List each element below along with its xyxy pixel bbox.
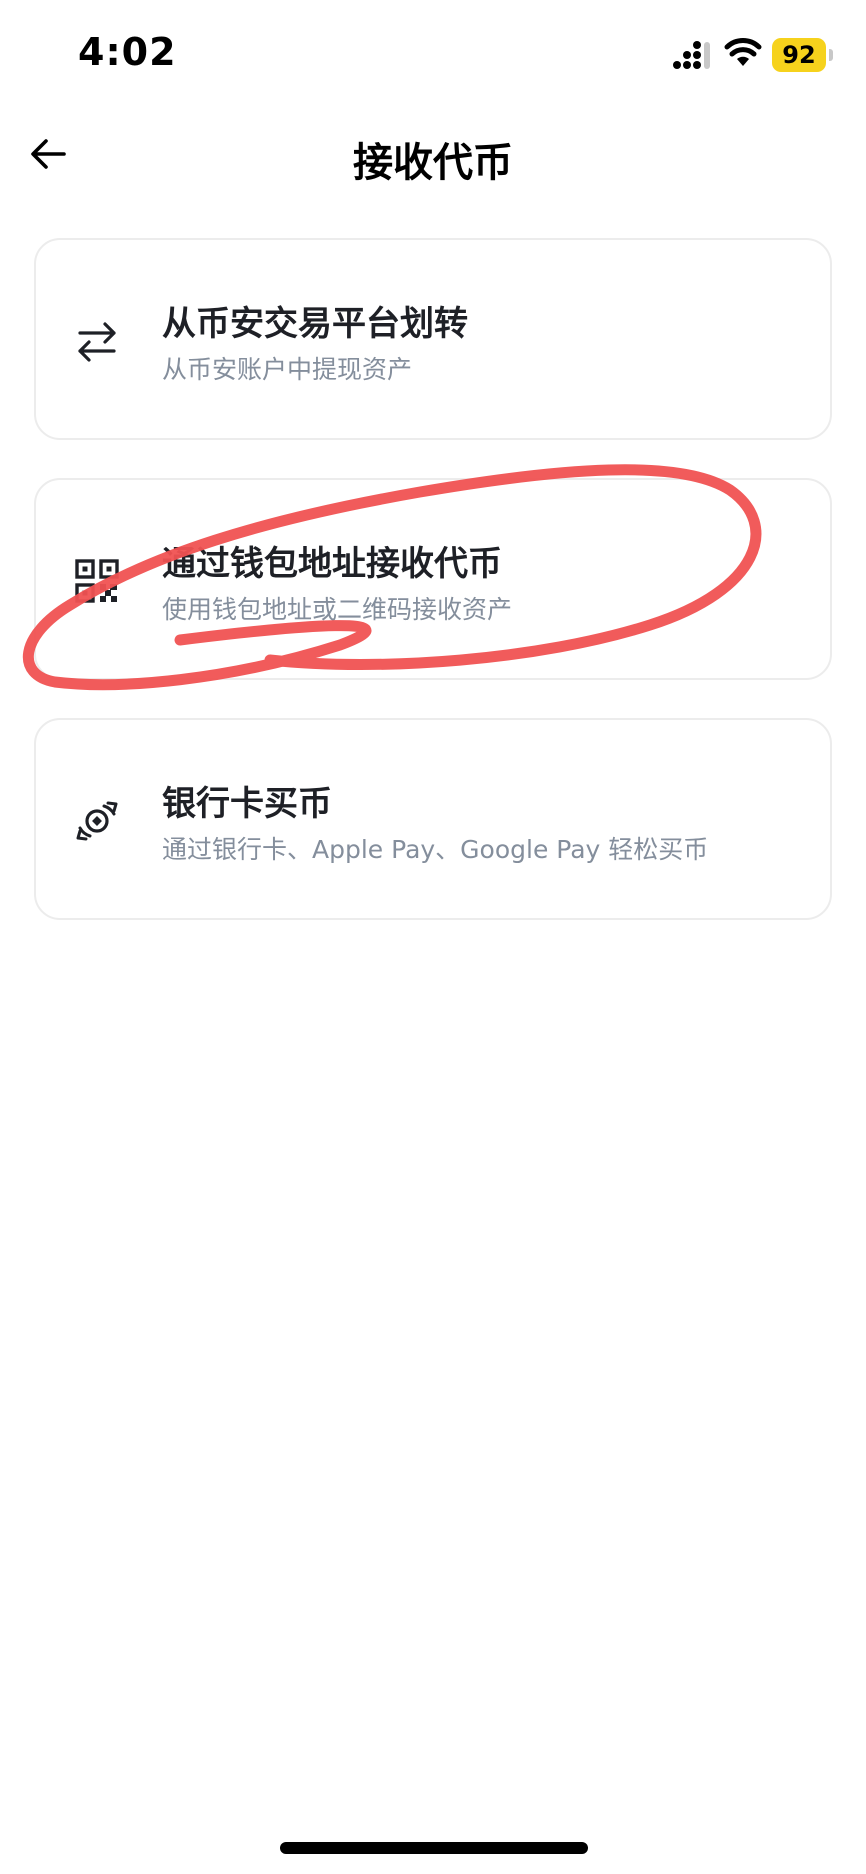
wifi-icon [724,38,762,66]
option-title: 通过钱包地址接收代币 [162,544,502,584]
qr-code-icon [75,559,119,603]
battery-cap [829,49,833,61]
cellular-signal-icon [673,41,710,69]
status-bar: 4:02 92 [0,0,866,110]
home-indicator[interactable] [280,1842,588,1854]
option-title: 银行卡买币 [162,784,332,824]
battery-indicator: 92 [772,38,826,72]
option-title: 从币安交易平台划转 [162,304,468,344]
option-wallet-address[interactable]: 通过钱包地址接收代币 使用钱包地址或二维码接收资产 [34,478,832,680]
option-bank-card-buy[interactable]: 银行卡买币 通过银行卡、Apple Pay、Google Pay 轻松买币 [34,718,832,920]
transfer-arrows-icon [78,322,116,362]
option-subtitle: 使用钱包地址或二维码接收资产 [162,595,513,624]
option-subtitle: 从币安账户中提现资产 [162,355,413,384]
status-time: 4:02 [78,30,177,74]
header: 接收代币 [0,110,866,200]
coin-exchange-icon [76,801,118,841]
page-title: 接收代币 [353,140,513,186]
option-exchange-transfer[interactable]: 从币安交易平台划转 从币安账户中提现资产 [34,238,832,440]
option-subtitle: 通过银行卡、Apple Pay、Google Pay 轻松买币 [162,835,709,864]
